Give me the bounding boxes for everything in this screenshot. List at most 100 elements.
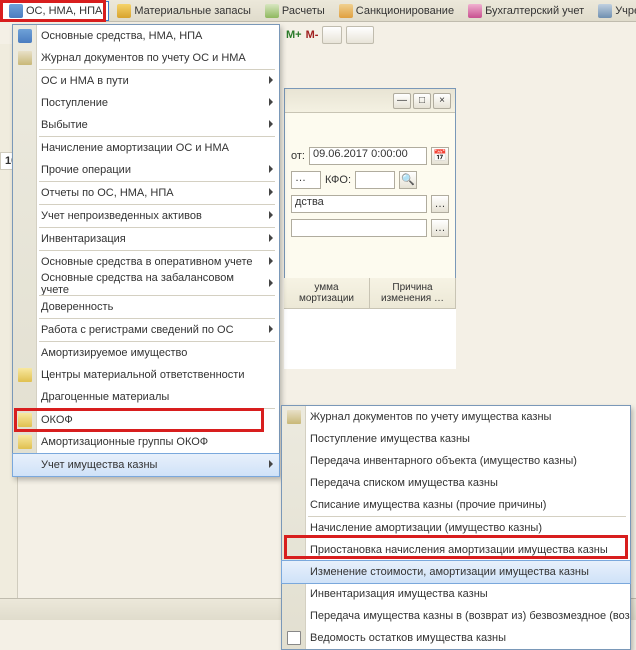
menu-item-label: Передача списком имущества казны [310, 477, 498, 489]
dialog-grid: умма мортизации Причина изменения … [284, 278, 456, 369]
journal-icon [18, 51, 32, 65]
secondary-toolbar: M+ M- [282, 24, 378, 46]
menu-item-label: Амортизируемое имущество [41, 347, 187, 359]
menu-institution[interactable]: Учреждение [592, 2, 636, 20]
mi-amortizable[interactable]: Амортизируемое имущество [13, 342, 279, 364]
calendar-button[interactable]: 📅 [431, 147, 449, 165]
menu-item-label: Основные средства, НМА, НПА [41, 30, 202, 42]
menu-label: Санкционирование [356, 5, 454, 17]
chevron-right-icon [269, 211, 273, 219]
building-icon [598, 4, 612, 18]
mi-okof-groups[interactable]: Амортизационные группы ОКОФ [13, 431, 279, 453]
mi-offbalance[interactable]: Основные средства на забалансовом учете [13, 273, 279, 295]
menu-calculations[interactable]: Расчеты [259, 2, 331, 20]
menu-materials[interactable]: Материальные запасы [111, 2, 257, 20]
ellipsis-button[interactable]: … [431, 195, 449, 213]
mi-precious-materials[interactable]: Драгоценные материалы [13, 386, 279, 408]
sanction-icon [339, 4, 353, 18]
chevron-right-icon [269, 165, 273, 173]
smi-inventory[interactable]: Инвентаризация имущества казны [282, 583, 630, 605]
mi-receipt[interactable]: Поступление [13, 92, 279, 114]
smi-writeoff[interactable]: Списание имущества казны (прочие причины… [282, 494, 630, 516]
mi-other-ops[interactable]: Прочие операции [13, 159, 279, 181]
menu-item-label: Журнал документов по учету имущества каз… [310, 411, 551, 423]
menu-item-label: Выбытие [41, 119, 88, 131]
mi-power-of-attorney[interactable]: Доверенность [13, 296, 279, 318]
menu-item-label: ОКОФ [41, 414, 73, 426]
mi-in-transit[interactable]: ОС и НМА в пути [13, 70, 279, 92]
menu-item-label: Начисление амортизации ОС и НМА [41, 142, 229, 154]
grid-body[interactable] [284, 309, 456, 369]
lookup-button[interactable]: 🔍 [399, 171, 417, 189]
mi-nonproduced[interactable]: Учет непроизведенных активов [13, 205, 279, 227]
ellipsis-button[interactable]: … [431, 219, 449, 237]
menu-item-label: Работа с регистрами сведений по ОС [41, 324, 234, 336]
mi-registers[interactable]: Работа с регистрами сведений по ОС [13, 319, 279, 341]
mi-inventory[interactable]: Инвентаризация [13, 228, 279, 250]
calc-icon [265, 4, 279, 18]
mi-okof[interactable]: ОКОФ [13, 409, 279, 431]
folder-icon [18, 435, 32, 449]
top-menu-bar: ОС, НМА, НПА Материальные запасы Расчеты… [0, 0, 636, 22]
menu-item-label: Основные средства в оперативном учете [41, 256, 253, 268]
menu-item-label: ОС и НМА в пути [41, 75, 129, 87]
mi-os-nma-npa[interactable]: Основные средства, НМА, НПА [13, 25, 279, 47]
close-button[interactable]: × [433, 93, 451, 109]
chevron-right-icon [269, 279, 273, 287]
smi-balance-sheet[interactable]: Ведомость остатков имущества казны [282, 627, 630, 649]
chevron-right-icon [269, 325, 273, 333]
car-icon [9, 4, 23, 18]
menu-item-label: Драгоценные материалы [41, 391, 169, 403]
menu-sanctioning[interactable]: Санкционирование [333, 2, 460, 20]
folder-icon [18, 368, 32, 382]
menu-item-label: Доверенность [41, 301, 113, 313]
smi-transfer-inv[interactable]: Передача инвентарного объекта (имущество… [282, 450, 630, 472]
document-icon [287, 631, 301, 645]
mi-journal-os-nma[interactable]: Журнал документов по учету ОС и НМА [13, 47, 279, 69]
menu-label: Учреждение [615, 5, 636, 17]
minimize-button[interactable]: — [393, 93, 411, 109]
menu-accounting[interactable]: Бухгалтерский учет [462, 2, 590, 20]
menu-item-label: Поступление имущества казны [310, 433, 470, 445]
menu-item-label: Учет непроизведенных активов [41, 210, 202, 222]
toolbar-dropdown[interactable] [346, 26, 374, 44]
date-input[interactable]: 09.06.2017 0:00:00 [309, 147, 427, 165]
os-nma-menu: Основные средства, НМА, НПА Журнал докум… [12, 24, 280, 477]
menu-label: Бухгалтерский учет [485, 5, 584, 17]
mi-disposal[interactable]: Выбытие [13, 114, 279, 136]
mi-treasury-property[interactable]: Учет имущества казны [13, 454, 279, 476]
smi-suspend-amort[interactable]: Приостановка начисления амортизации имущ… [282, 539, 630, 561]
mi-reports[interactable]: Отчеты по ОС, НМА, НПА [13, 182, 279, 204]
menu-item-label: Ведомость остатков имущества казны [310, 632, 506, 644]
menu-label: Расчеты [282, 5, 325, 17]
chevron-right-icon [269, 234, 273, 242]
menu-item-label: Центры материальной ответственности [41, 369, 244, 381]
menu-item-label: Учет имущества казны [41, 459, 157, 471]
mi-responsibility-centers[interactable]: Центры материальной ответственности [13, 364, 279, 386]
smi-receipt[interactable]: Поступление имущества казны [282, 428, 630, 450]
kfo-input[interactable] [355, 171, 395, 189]
smi-journal[interactable]: Журнал документов по учету имущества каз… [282, 406, 630, 428]
menu-item-label: Поступление [41, 97, 108, 109]
menu-os-nma-npa[interactable]: ОС, НМА, НПА [2, 1, 109, 21]
smi-change-value[interactable]: Изменение стоимости, амортизации имущест… [282, 561, 630, 583]
mi-amort-os-nma[interactable]: Начисление амортизации ОС и НМА [13, 137, 279, 159]
smi-transfer-list[interactable]: Передача списком имущества казны [282, 472, 630, 494]
menu-label: ОС, НМА, НПА [26, 5, 102, 17]
smi-amort[interactable]: Начисление амортизации (имущество казны) [282, 517, 630, 539]
maximize-button[interactable]: □ [413, 93, 431, 109]
field4-input[interactable] [291, 219, 427, 237]
mi-operative[interactable]: Основные средства в оперативном учете [13, 251, 279, 273]
from-label: от: [291, 150, 305, 162]
menu-item-label: Передача имущества казны в (возврат из) … [310, 610, 630, 622]
toolbar-button[interactable] [322, 26, 342, 44]
menu-label: Материальные запасы [134, 5, 251, 17]
m-minus-button[interactable]: M- [306, 29, 319, 41]
search-icon: 🔍 [401, 174, 415, 186]
means-input[interactable]: дства [291, 195, 427, 213]
smi-transfer-free[interactable]: Передача имущества казны в (возврат из) … [282, 605, 630, 627]
menu-item-label: Начисление амортизации (имущество казны) [310, 522, 542, 534]
menu-item-label: Амортизационные группы ОКОФ [41, 436, 208, 448]
m-plus-button[interactable]: M+ [286, 29, 302, 41]
field-input[interactable]: … [291, 171, 321, 189]
